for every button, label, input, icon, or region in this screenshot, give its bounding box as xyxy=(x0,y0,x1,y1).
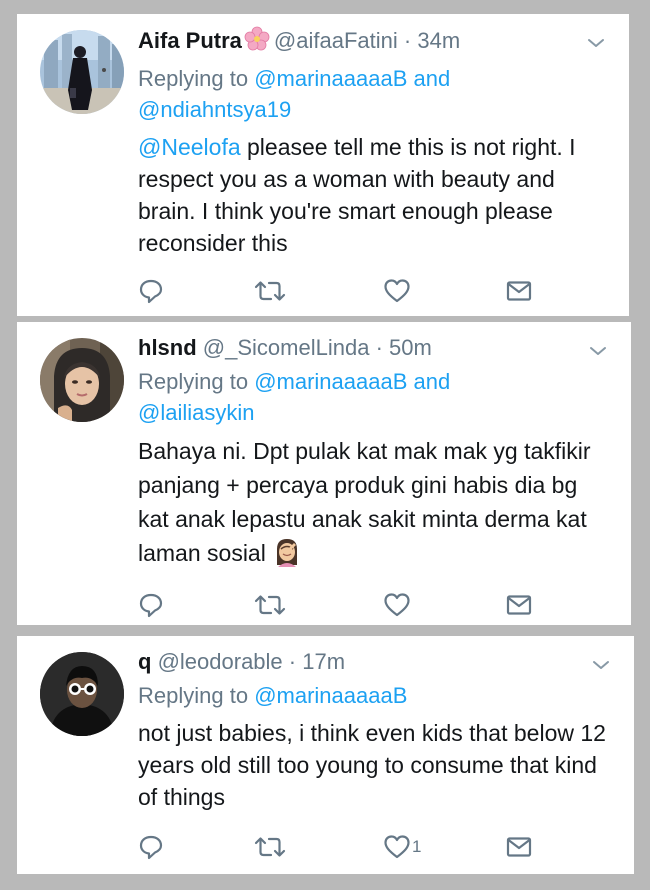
separator-dot: · xyxy=(288,649,297,674)
avatar[interactable] xyxy=(40,338,124,422)
mention-link[interactable]: @ndiahntsya19 xyxy=(138,97,291,122)
reply-button[interactable] xyxy=(138,276,164,306)
cherry-blossom-icon xyxy=(244,26,270,59)
envelope-icon xyxy=(506,281,532,301)
retweet-button[interactable] xyxy=(253,276,287,306)
mention-link[interactable]: @lailiasykin xyxy=(138,400,254,425)
user-handle[interactable]: @leodorable xyxy=(158,649,283,674)
user-handle[interactable]: @aifaaFatini xyxy=(274,28,398,53)
direct-message-button[interactable] xyxy=(505,276,533,306)
separator-dot: · xyxy=(403,28,412,53)
tweet-card[interactable]: q @leodorable · 17m Replying to @marinaa… xyxy=(17,636,634,874)
replying-joiner[interactable]: and xyxy=(414,369,451,394)
reply-button[interactable] xyxy=(138,590,164,620)
woman-facepalming-icon xyxy=(272,537,302,576)
tweet-actions xyxy=(138,590,538,620)
tweet-body: Bahaya ni. Dpt pulak kat mak mak yg takf… xyxy=(138,438,591,566)
tweet-actions xyxy=(138,276,538,306)
tweet-body: not just babies, i think even kids that … xyxy=(138,720,606,810)
reply-icon xyxy=(139,279,163,304)
chevron-down-icon[interactable] xyxy=(589,344,607,358)
like-button[interactable]: 1 xyxy=(383,832,421,862)
envelope-icon xyxy=(506,837,532,857)
replying-joiner[interactable]: and xyxy=(414,66,451,91)
chevron-down-icon[interactable] xyxy=(592,658,610,672)
tweet-time[interactable]: 50m xyxy=(389,335,432,360)
retweet-icon xyxy=(254,281,286,301)
avatar[interactable] xyxy=(40,30,124,114)
tweet-actions: 1 xyxy=(138,832,538,862)
heart-icon xyxy=(384,279,410,303)
separator-dot: · xyxy=(375,335,383,360)
retweet-icon xyxy=(254,595,286,615)
mention-link[interactable]: @marinaaaaaB xyxy=(254,683,407,708)
retweet-button[interactable] xyxy=(253,590,287,620)
envelope-icon xyxy=(506,595,532,615)
mention-link[interactable]: @marinaaaaaB xyxy=(254,369,407,394)
like-count: 1 xyxy=(412,837,422,856)
replying-to: Replying to @marinaaaaaB xyxy=(138,680,614,711)
avatar-image xyxy=(40,652,124,736)
direct-message-button[interactable] xyxy=(505,590,533,620)
like-button[interactable] xyxy=(383,590,412,620)
replying-prefix: Replying to xyxy=(138,369,249,394)
avatar[interactable] xyxy=(40,652,124,736)
avatar-image xyxy=(40,30,124,114)
replying-to: Replying to @marinaaaaaB and @lailiasyki… xyxy=(138,366,611,428)
retweet-icon xyxy=(254,837,286,857)
user-name[interactable]: q xyxy=(138,649,151,674)
heart-icon xyxy=(384,593,410,617)
replying-to: Replying to @marinaaaaaB and @ndiahntsya… xyxy=(138,63,609,125)
tweet-time[interactable]: 17m xyxy=(302,649,345,674)
retweet-button[interactable] xyxy=(253,832,287,862)
tweet-card[interactable]: Aifa Putra @aifaaFatini · 34m Replying t… xyxy=(17,14,629,316)
like-button[interactable] xyxy=(383,276,412,306)
reply-button[interactable] xyxy=(138,832,164,862)
heart-icon xyxy=(384,835,410,859)
avatar-image xyxy=(40,338,124,422)
mention-link[interactable]: @Neelofa xyxy=(138,134,241,160)
tweet-text: @Neelofa pleasee tell me this is not rig… xyxy=(138,131,609,259)
user-name[interactable]: hlsnd xyxy=(138,335,197,360)
user-name[interactable]: Aifa Putra xyxy=(138,28,242,53)
direct-message-button[interactable] xyxy=(505,832,533,862)
user-handle[interactable]: @_SicomelLinda xyxy=(203,335,370,360)
tweet-card[interactable]: hlsnd @_SicomelLinda · 50m Replying to @… xyxy=(17,322,631,625)
replying-prefix: Replying to xyxy=(138,683,249,708)
replying-prefix: Replying to xyxy=(138,66,249,91)
chevron-down-icon[interactable] xyxy=(587,36,605,50)
reply-icon xyxy=(139,835,163,860)
tweet-time[interactable]: 34m xyxy=(417,28,460,53)
tweet-text: not just babies, i think even kids that … xyxy=(138,717,614,813)
mention-link[interactable]: @marinaaaaaB xyxy=(254,66,407,91)
tweet-text: Bahaya ni. Dpt pulak kat mak mak yg takf… xyxy=(138,434,611,576)
reply-icon xyxy=(139,593,163,618)
